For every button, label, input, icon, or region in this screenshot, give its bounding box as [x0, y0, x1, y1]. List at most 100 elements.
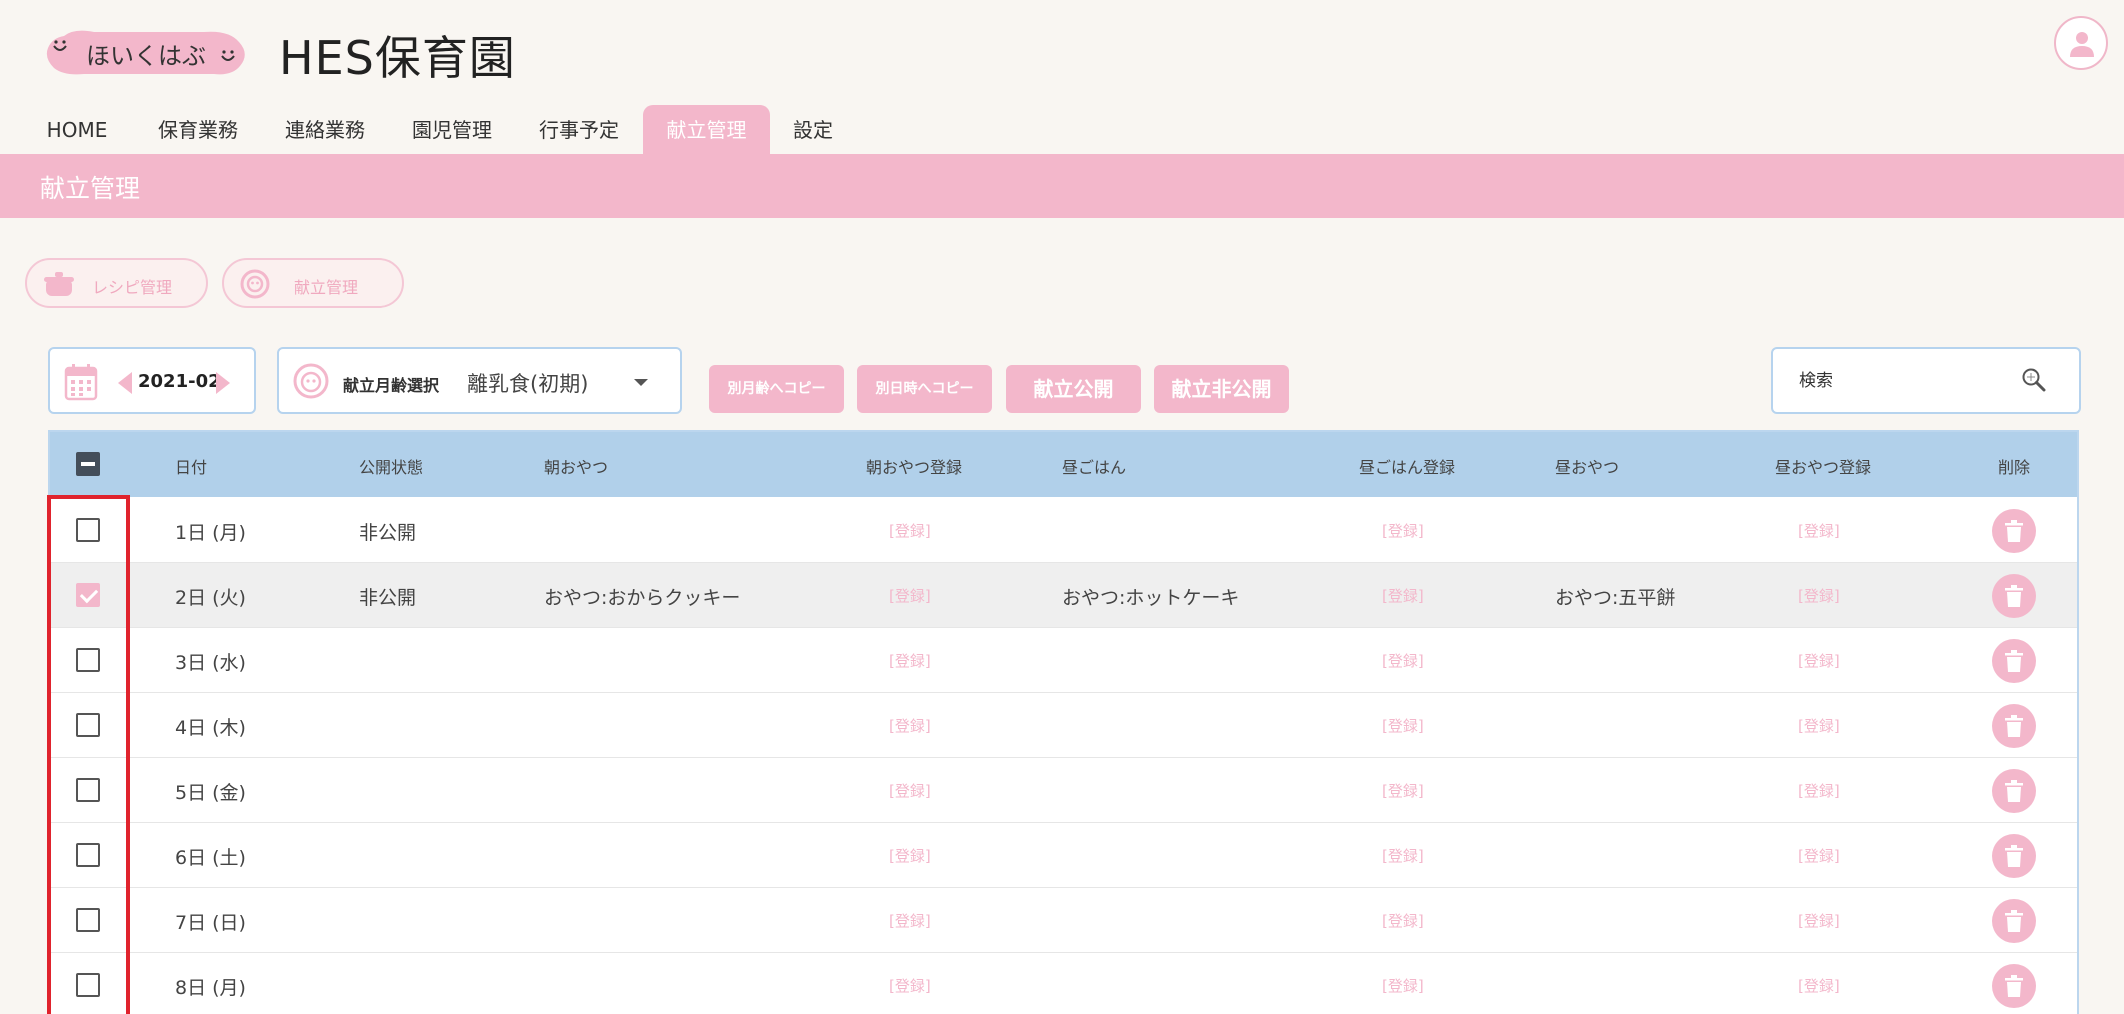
register-lunch-link[interactable]: [登録]: [1382, 715, 1424, 736]
search-icon[interactable]: [2021, 367, 2047, 393]
row-morning-snack: おやつ:おからクッキー: [544, 587, 741, 609]
publish-menu-button[interactable]: 献立公開: [1006, 365, 1141, 413]
register-afternoon-snack-link[interactable]: [登録]: [1798, 975, 1840, 996]
nav-events[interactable]: 行事予定: [537, 105, 621, 154]
table-row: 5日 (金) [登録] [登録] [登録]: [50, 758, 2077, 823]
register-morning-snack-link[interactable]: [登録]: [889, 520, 931, 541]
search-box: [1771, 347, 2081, 414]
register-afternoon-snack-link[interactable]: [登録]: [1798, 715, 1840, 736]
register-afternoon-snack-link[interactable]: [登録]: [1798, 910, 1840, 931]
unpublish-menu-button[interactable]: 献立非公開: [1154, 365, 1289, 413]
app-header: ほいくはぶ HES保育園: [0, 0, 2124, 105]
delete-row-button[interactable]: [1992, 769, 2036, 813]
row-date: 8日 (月): [175, 977, 246, 999]
delete-row-button[interactable]: [1992, 964, 2036, 1008]
row-status: 非公開: [359, 522, 417, 544]
register-lunch-link[interactable]: [登録]: [1382, 975, 1424, 996]
row-afternoon-snack: おやつ:五平餅: [1555, 587, 1676, 609]
register-morning-snack-link[interactable]: [登録]: [889, 780, 931, 801]
page-title: 献立管理: [40, 174, 141, 203]
register-morning-snack-link[interactable]: [登録]: [889, 585, 931, 606]
col-afternoon-snack-register: 昼おやつ登録: [1775, 458, 1872, 477]
nav-contact[interactable]: 連絡業務: [283, 105, 367, 154]
row-date: 6日 (土): [175, 847, 246, 869]
search-input[interactable]: [1799, 369, 2019, 393]
col-lunch-register: 昼ごはん登録: [1359, 458, 1456, 477]
tab-recipe-label: レシピ管理: [92, 278, 173, 297]
copy-to-date-button[interactable]: 別日時へコピー: [857, 365, 992, 413]
logo-text: ほいくはぶ: [86, 42, 206, 70]
app-logo[interactable]: ほいくはぶ: [44, 28, 248, 78]
page-title-bar: 献立管理: [0, 154, 2124, 218]
row-date: 1日 (月): [175, 522, 246, 544]
table-row: 4日 (木) [登録] [登録] [登録]: [50, 693, 2077, 758]
table-row: 6日 (土) [登録] [登録] [登録]: [50, 823, 2077, 888]
nav-settings[interactable]: 設定: [790, 105, 836, 154]
row-date: 4日 (木): [175, 717, 246, 739]
register-afternoon-snack-link[interactable]: [登録]: [1798, 845, 1840, 866]
month-value: 2021-02: [138, 371, 221, 392]
nav-menu-management[interactable]: 献立管理: [643, 105, 770, 154]
tab-menu-management[interactable]: 献立管理: [222, 258, 404, 308]
register-lunch-link[interactable]: [登録]: [1382, 845, 1424, 866]
trash-icon: [2005, 715, 2023, 737]
col-status: 公開状態: [359, 458, 424, 477]
next-month-button[interactable]: [216, 372, 230, 394]
select-all-checkbox[interactable]: [76, 452, 100, 476]
register-morning-snack-link[interactable]: [登録]: [889, 715, 931, 736]
nav-childcare[interactable]: 保育業務: [156, 105, 240, 154]
user-menu-button[interactable]: [2054, 16, 2108, 70]
register-lunch-link[interactable]: [登録]: [1382, 910, 1424, 931]
trash-icon: [2005, 520, 2023, 542]
age-selector[interactable]: 献立月齢選択 離乳食(初期): [277, 347, 682, 414]
copy-to-age-button[interactable]: 別月齢へコピー: [709, 365, 844, 413]
trash-icon: [2005, 780, 2023, 802]
col-morning-snack: 朝おやつ: [544, 458, 609, 477]
delete-row-button[interactable]: [1992, 574, 2036, 618]
checkbox-column-highlight: [47, 495, 130, 1014]
register-morning-snack-link[interactable]: [登録]: [889, 650, 931, 671]
prev-month-button[interactable]: [118, 372, 132, 394]
delete-row-button[interactable]: [1992, 834, 2036, 878]
register-morning-snack-link[interactable]: [登録]: [889, 975, 931, 996]
table-row: 3日 (水) [登録] [登録] [登録]: [50, 628, 2077, 693]
register-morning-snack-link[interactable]: [登録]: [889, 910, 931, 931]
baby-face-icon: [293, 363, 329, 399]
delete-row-button[interactable]: [1992, 899, 2036, 943]
register-afternoon-snack-link[interactable]: [登録]: [1798, 585, 1840, 606]
row-date: 7日 (日): [175, 912, 246, 934]
pot-icon: [44, 272, 74, 296]
trash-icon: [2005, 975, 2023, 997]
register-lunch-link[interactable]: [登録]: [1382, 585, 1424, 606]
table-row: 1日 (月) 非公開 [登録] [登録] [登録]: [50, 498, 2077, 563]
table-header: 日付 公開状態 朝おやつ 朝おやつ登録 昼ごはん 昼ごはん登録 昼おやつ 昼おや…: [50, 432, 2077, 497]
delete-row-button[interactable]: [1992, 704, 2036, 748]
table-row: 7日 (日) [登録] [登録] [登録]: [50, 888, 2077, 953]
trash-icon: [2005, 585, 2023, 607]
delete-row-button[interactable]: [1992, 509, 2036, 553]
app-title: HES保育園: [279, 31, 516, 85]
nav-children[interactable]: 園児管理: [410, 105, 494, 154]
nav-home[interactable]: HOME: [42, 105, 112, 154]
table-row: 2日 (火) 非公開 おやつ:おからクッキー [登録] おやつ:ホットケーキ [登録] おや…: [50, 563, 2077, 628]
tab-recipe-management[interactable]: レシピ管理: [25, 258, 208, 308]
chevron-down-icon: [634, 379, 648, 386]
register-lunch-link[interactable]: [登録]: [1382, 780, 1424, 801]
trash-icon: [2005, 845, 2023, 867]
register-lunch-link[interactable]: [登録]: [1382, 650, 1424, 671]
register-afternoon-snack-link[interactable]: [登録]: [1798, 780, 1840, 801]
col-lunch: 昼ごはん: [1062, 458, 1127, 477]
col-morning-snack-register: 朝おやつ登録: [866, 458, 963, 477]
row-date: 2日 (火): [175, 587, 246, 609]
row-lunch: おやつ:ホットケーキ: [1062, 587, 1240, 609]
register-afternoon-snack-link[interactable]: [登録]: [1798, 650, 1840, 671]
age-selector-value: 離乳食(初期): [467, 372, 589, 396]
main-nav: HOME 保育業務 連絡業務 園児管理 行事予定 献立管理 設定: [0, 105, 2124, 154]
delete-row-button[interactable]: [1992, 639, 2036, 683]
register-morning-snack-link[interactable]: [登録]: [889, 845, 931, 866]
register-afternoon-snack-link[interactable]: [登録]: [1798, 520, 1840, 541]
calendar-icon: [64, 364, 98, 401]
trash-icon: [2005, 910, 2023, 932]
register-lunch-link[interactable]: [登録]: [1382, 520, 1424, 541]
month-selector: 2021-02: [48, 347, 256, 414]
